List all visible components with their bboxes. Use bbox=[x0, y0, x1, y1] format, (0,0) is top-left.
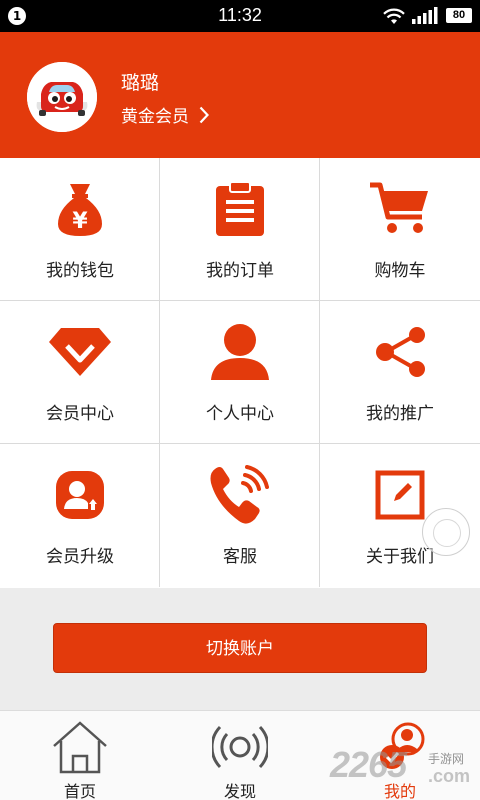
menu-label: 会员升级 bbox=[46, 547, 114, 567]
gem-icon bbox=[49, 328, 111, 376]
tab-label: 首页 bbox=[63, 782, 96, 800]
status-time: 11:32 bbox=[218, 5, 262, 25]
watermark: 2265 手游网 .com bbox=[330, 744, 480, 794]
member-level-link[interactable]: 黄金会员 bbox=[121, 102, 209, 127]
clipboard-icon bbox=[216, 181, 264, 236]
menu-label: 我的钱包 bbox=[46, 261, 114, 281]
person-icon bbox=[211, 324, 269, 380]
menu-label: 购物车 bbox=[374, 261, 426, 281]
tab-home[interactable]: 首页 bbox=[0, 711, 160, 800]
menu-item-customer-service[interactable]: 客服 bbox=[160, 444, 320, 587]
home-icon bbox=[53, 721, 107, 774]
member-level-label: 黄金会员 bbox=[121, 107, 189, 127]
switch-account-button[interactable]: 切换账户 bbox=[53, 623, 427, 673]
money-bag-icon: ¥ bbox=[58, 184, 102, 236]
menu-item-promotion[interactable]: 我的推广 bbox=[320, 301, 480, 444]
share-icon bbox=[376, 327, 425, 377]
phone-icon bbox=[210, 465, 269, 524]
car-avatar-icon bbox=[27, 62, 97, 132]
edit-icon bbox=[375, 470, 425, 520]
tab-discover[interactable]: 发现 bbox=[160, 711, 320, 800]
floating-assistive-button[interactable] bbox=[422, 508, 470, 556]
username: 璐璐 bbox=[121, 72, 160, 94]
chevron-right-icon bbox=[199, 106, 209, 123]
menu-label: 会员中心 bbox=[46, 404, 114, 424]
menu-grid: ¥ 我的钱包 我的订单 购物车 会员中心 个人中心 我的推广 会员升级 客服 关… bbox=[0, 158, 480, 588]
watermark-site: 手游网 bbox=[428, 752, 465, 766]
menu-item-personal-center[interactable]: 个人中心 bbox=[160, 301, 320, 444]
menu-item-wallet[interactable]: ¥ 我的钱包 bbox=[0, 158, 160, 301]
watermark-domain: .com bbox=[428, 766, 471, 786]
tab-label: 发现 bbox=[223, 782, 256, 800]
upgrade-icon bbox=[56, 471, 104, 519]
signal-icon bbox=[412, 7, 438, 24]
battery-icon: 80 bbox=[446, 8, 472, 23]
menu-label: 我的推广 bbox=[366, 404, 434, 424]
wifi-icon bbox=[383, 8, 405, 24]
menu-label: 客服 bbox=[223, 547, 257, 567]
menu-item-upgrade[interactable]: 会员升级 bbox=[0, 444, 160, 587]
profile-header: 璐璐 黄金会员 bbox=[0, 32, 480, 158]
discover-icon bbox=[212, 725, 268, 769]
status-bar: 1 11:32 80 bbox=[0, 0, 480, 32]
menu-label: 个人中心 bbox=[206, 404, 274, 424]
menu-item-orders[interactable]: 我的订单 bbox=[160, 158, 320, 301]
watermark-number: 2265 bbox=[330, 744, 407, 785]
shopping-cart-icon bbox=[370, 182, 428, 233]
menu-label: 我的订单 bbox=[206, 261, 274, 281]
svg-text:¥: ¥ bbox=[72, 209, 88, 234]
avatar[interactable] bbox=[27, 62, 97, 132]
menu-item-member-center[interactable]: 会员中心 bbox=[0, 301, 160, 444]
menu-item-cart[interactable]: 购物车 bbox=[320, 158, 480, 301]
